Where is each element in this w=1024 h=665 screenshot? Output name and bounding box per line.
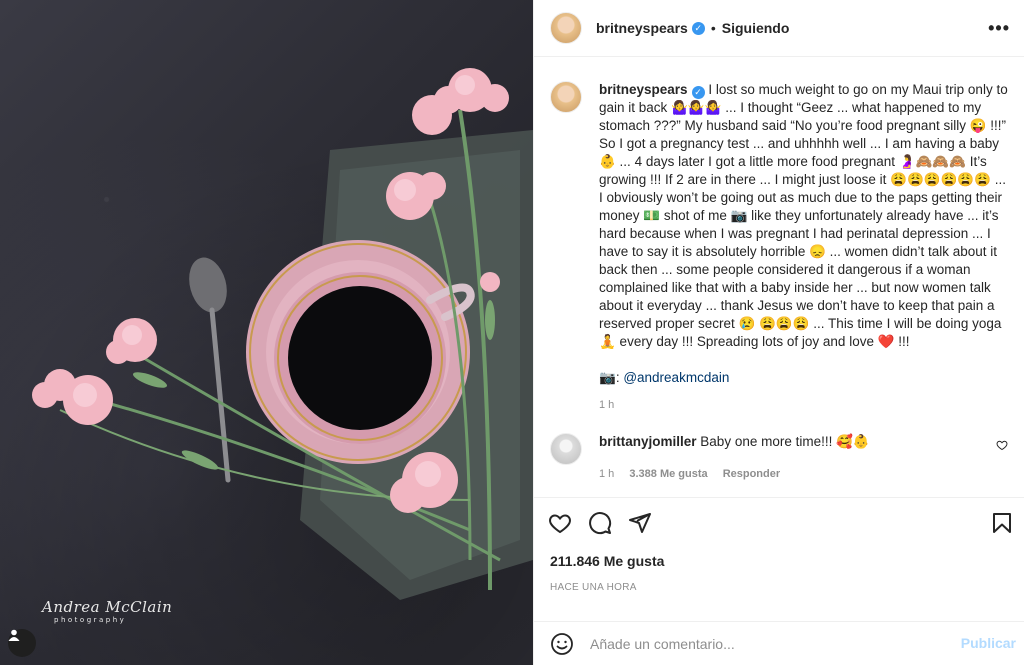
action-bar — [534, 497, 1024, 547]
photo-watermark: Andrea McClain photography — [42, 598, 172, 624]
caption: britneyspears ✓ I lost so much weight to … — [550, 81, 1008, 387]
reply-button[interactable]: Responder — [723, 468, 780, 480]
user-tags-button[interactable] — [8, 629, 36, 657]
like-heart-icon[interactable] — [548, 511, 572, 535]
comment-body: brittanyjomiller Baby one more time!!! 🥰… — [599, 433, 870, 483]
comment-meta: 1 h 3.388 Me gusta Responder — [599, 465, 870, 483]
comment-time[interactable]: 1 h — [599, 468, 614, 480]
likes-count[interactable]: 211.846 Me gusta — [534, 553, 1024, 569]
coffee-flowers-illustration — [32, 68, 533, 600]
emoji-smiley-icon[interactable] — [550, 632, 574, 656]
caption-body: britneyspears ✓ I lost so much weight to … — [599, 81, 1008, 387]
author-username[interactable]: britneyspears — [596, 20, 688, 36]
comment-composer: Añade un comentario... Publicar — [534, 621, 1024, 665]
comments-area: britneyspears ✓ I lost so much weight to … — [534, 57, 1024, 497]
following-button[interactable]: Siguiendo — [722, 20, 790, 36]
caption-author-avatar[interactable] — [550, 81, 582, 113]
photo-credit: 📷: @andreakmcdain — [599, 370, 730, 385]
camera-icon: 📷 — [599, 370, 616, 385]
comment-input[interactable]: Añade un comentario... — [590, 636, 735, 652]
caption-author[interactable]: britneyspears — [599, 82, 688, 97]
comment-item: brittanyjomiller Baby one more time!!! 🥰… — [550, 433, 1008, 483]
share-send-icon[interactable] — [628, 511, 652, 535]
comment-like-heart-icon[interactable] — [996, 439, 1008, 451]
publish-button[interactable]: Publicar — [961, 635, 1016, 651]
post-sidebar: britneyspears ✓ • Siguiendo ••• britneys… — [533, 0, 1024, 665]
comment-text: Baby one more time!!! 🥰👶 — [700, 434, 870, 449]
author-avatar[interactable] — [550, 12, 582, 44]
more-dots-icon[interactable]: ••• — [988, 18, 1010, 39]
commenter-avatar[interactable] — [550, 433, 582, 465]
post-header: britneyspears ✓ • Siguiendo ••• — [534, 0, 1024, 57]
commenter-username[interactable]: brittanyjomiller — [599, 434, 697, 449]
save-bookmark-icon[interactable] — [990, 511, 1014, 535]
watermark-subtitle: photography — [54, 616, 127, 624]
separator-dot: • — [710, 20, 716, 36]
post-time-ago[interactable]: HACE UNA HORA — [534, 582, 1024, 593]
caption-text: I lost so much weight to go on my Maui t… — [599, 82, 1008, 349]
verified-badge-icon: ✓ — [691, 86, 705, 99]
user-icon — [8, 629, 20, 641]
post-dialog: Andrea McClain photography britneyspears… — [0, 0, 1024, 665]
post-image[interactable]: Andrea McClain photography — [0, 0, 533, 665]
credit-handle-link[interactable]: @andreakmcdain — [623, 370, 729, 385]
watermark-name: Andrea McClain — [42, 598, 173, 616]
verified-badge-icon: ✓ — [691, 21, 705, 35]
caption-timestamp[interactable]: 1 h — [599, 399, 1008, 411]
comment-bubble-icon[interactable] — [588, 511, 612, 535]
comment-likes[interactable]: 3.388 Me gusta — [629, 468, 707, 480]
